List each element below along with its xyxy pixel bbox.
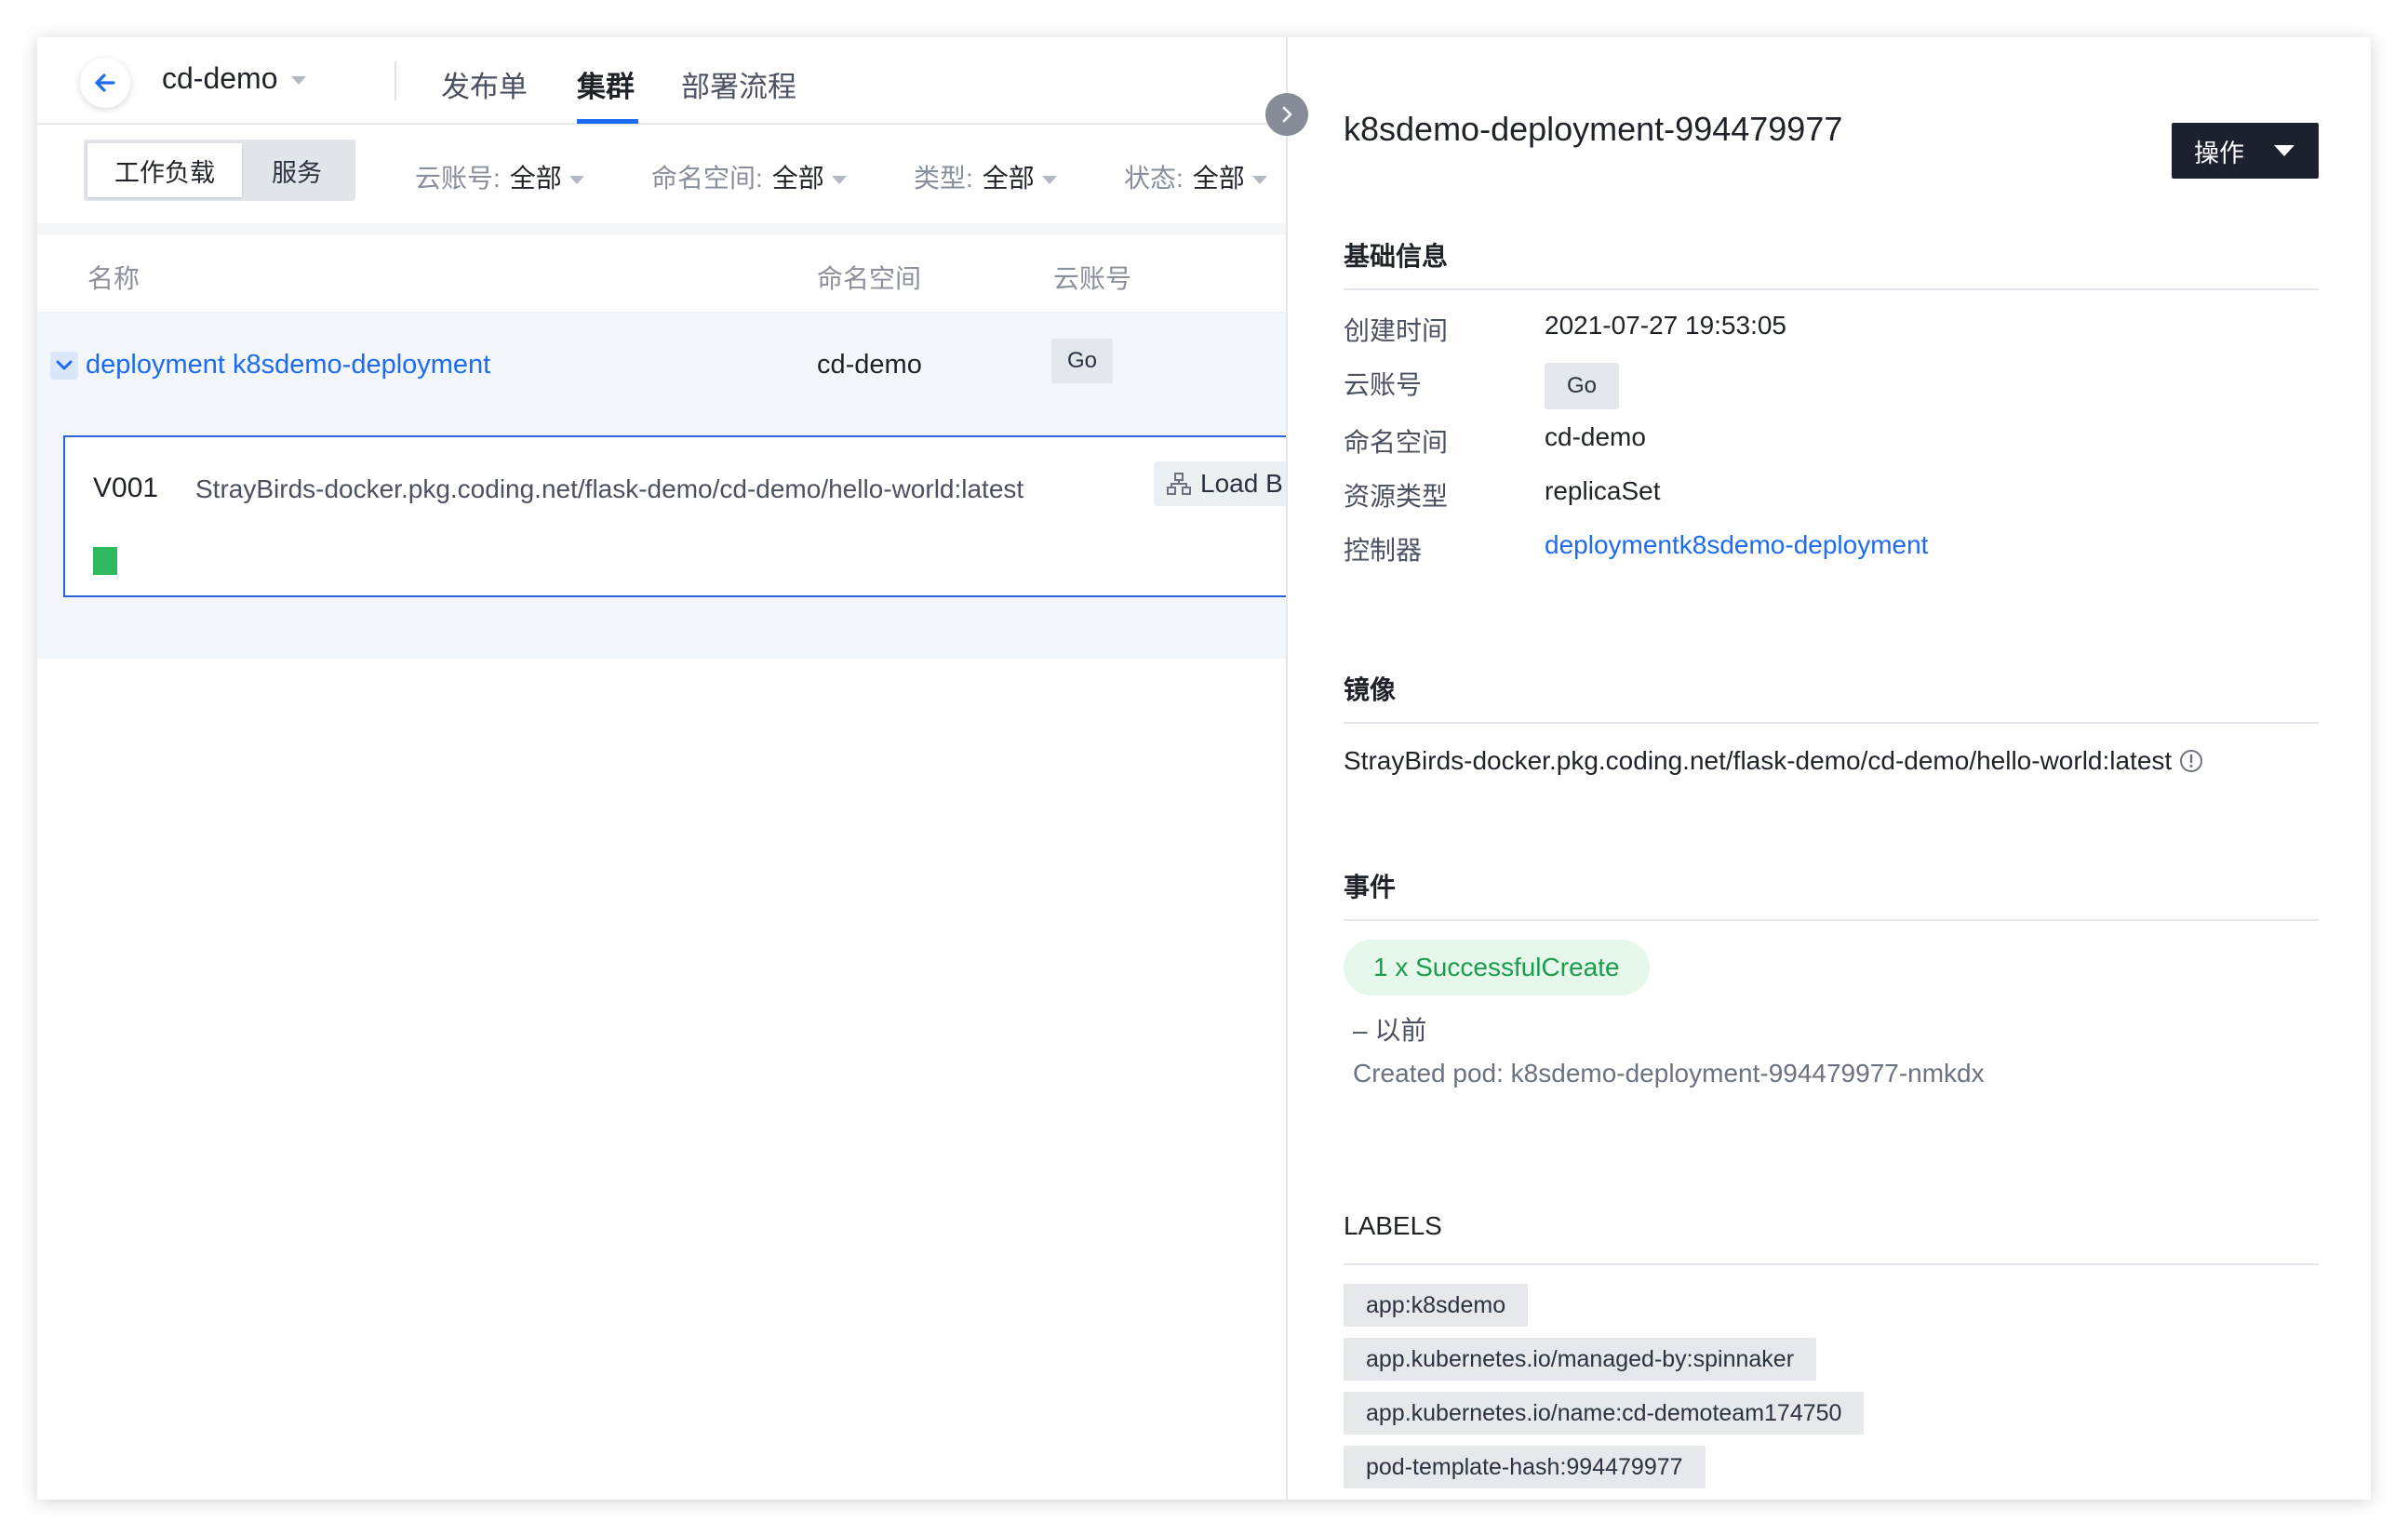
label-tag: app.kubernetes.io/managed-by:spinnaker — [1344, 1338, 1817, 1381]
section-gap — [37, 223, 1288, 234]
expand-toggle[interactable] — [50, 352, 78, 380]
basic-info-heading: 基础信息 — [1344, 242, 1449, 271]
row-namespace: cd-demo — [817, 350, 922, 380]
back-button[interactable] — [80, 58, 130, 108]
event-time: – 以前 — [1353, 1016, 1427, 1045]
top-nav: cd-demo 发布单 集群 部署流程 — [37, 37, 1288, 125]
project-selector[interactable]: cd-demo — [162, 61, 306, 96]
server-group-card[interactable]: V001 StrayBirds-docker.pkg.coding.net/fl… — [63, 435, 1340, 597]
info-icon[interactable] — [2179, 749, 2203, 773]
chevron-down-icon — [290, 76, 306, 86]
project-name: cd-demo — [162, 61, 278, 95]
image-heading: 镜像 — [1344, 675, 1397, 704]
cluster-panel: cd-demo 发布单 集群 部署流程 工作负载 服务 云账号: 全部 命名空间:… — [37, 37, 1340, 1500]
namespace-value: cd-demo — [1545, 422, 1646, 451]
workload-toggle-button[interactable]: 工作负载 — [87, 143, 242, 197]
detail-panel: k8sdemo-deployment-994479977 操作 基础信息 创建时… — [1286, 37, 2371, 1500]
namespace-label: 命名空间 — [1344, 428, 1449, 457]
controller-label: 控制器 — [1344, 536, 1423, 565]
view-toggle: 工作负载 服务 — [84, 140, 355, 201]
tab-deploy-pipeline[interactable]: 部署流程 — [681, 63, 796, 105]
tab-release[interactable]: 发布单 — [441, 63, 528, 105]
active-tab-indicator — [577, 119, 638, 124]
chevron-right-icon — [1282, 106, 1292, 123]
cloud-account-badge: Go — [1545, 363, 1619, 409]
event-badge: 1 x SuccessfulCreate — [1344, 940, 1650, 995]
app-window: cd-demo 发布单 集群 部署流程 工作负载 服务 云账号: 全部 命名空间:… — [37, 37, 2371, 1500]
caret-down-icon — [2274, 145, 2294, 156]
label-tag: app:k8sdemo — [1344, 1284, 1529, 1327]
chevron-down-icon — [569, 176, 584, 185]
status-filter[interactable]: 状态: 全部 — [1124, 158, 1267, 195]
image-value: StrayBirds-docker.pkg.coding.net/flask-d… — [1344, 746, 2173, 775]
created-time-value: 2021-07-27 19:53:05 — [1545, 311, 1786, 340]
chevron-down-icon — [831, 176, 847, 185]
chevron-down-icon — [1041, 176, 1057, 185]
created-time-label: 创建时间 — [1344, 316, 1449, 345]
column-account: 云账号 — [1053, 264, 1132, 293]
account-badge: Go — [1051, 339, 1113, 383]
service-toggle-button[interactable]: 服务 — [242, 143, 352, 197]
type-filter[interactable]: 类型: 全部 — [914, 158, 1057, 195]
label-tag: pod-template-hash:994479977 — [1344, 1446, 1706, 1488]
cloud-account-filter[interactable]: 云账号: 全部 — [415, 158, 584, 195]
resource-type-value: replicaSet — [1545, 476, 1661, 505]
events-heading: 事件 — [1344, 873, 1397, 901]
server-group-image: StrayBirds-docker.pkg.coding.net/flask-d… — [195, 474, 1024, 503]
filter-label: 云账号: — [415, 164, 501, 193]
cloud-account-label: 云账号 — [1344, 370, 1423, 399]
arrow-left-icon — [95, 73, 115, 92]
tab-cluster[interactable]: 集群 — [577, 63, 635, 105]
actions-label: 操作 — [2194, 139, 2244, 167]
collapse-panel-button[interactable] — [1265, 93, 1308, 136]
pod-status-square[interactable] — [93, 547, 117, 575]
filter-value: 全部 — [982, 164, 1035, 193]
divider — [1344, 288, 2319, 290]
controller-link[interactable]: deploymentk8sdemo-deployment — [1545, 530, 1928, 560]
sitemap-icon — [1167, 473, 1191, 495]
chevron-down-icon — [1251, 176, 1267, 185]
table-header: 名称 命名空间 云账号 — [37, 234, 1288, 313]
divider — [395, 61, 396, 100]
column-name: 名称 — [87, 264, 140, 293]
divider — [1344, 1263, 2319, 1265]
divider — [1344, 722, 2319, 724]
actions-dropdown-button[interactable]: 操作 — [2172, 123, 2319, 179]
labels-heading: LABELS — [1344, 1211, 1442, 1240]
filter-value: 全部 — [771, 164, 824, 193]
chevron-down-icon — [56, 360, 73, 370]
filter-label: 类型: — [914, 164, 973, 193]
event-message: Created pod: k8sdemo-deployment-99447997… — [1353, 1059, 1985, 1088]
server-group-version: V001 — [93, 473, 159, 503]
filter-value: 全部 — [509, 164, 562, 193]
label-tag: app.kubernetes.io/name:cd-demoteam174750 — [1344, 1392, 1865, 1435]
load-balancer-label: Load B — [1200, 469, 1283, 498]
filter-label: 状态: — [1124, 164, 1184, 193]
filter-value: 全部 — [1192, 164, 1245, 193]
filter-bar: 工作负载 服务 云账号: 全部 命名空间: 全部 类型: 全部 状态: 全部 — [37, 127, 1288, 227]
deployment-link[interactable]: deployment k8sdemo-deployment — [86, 350, 490, 380]
divider — [1344, 919, 2319, 921]
resource-type-label: 资源类型 — [1344, 482, 1449, 511]
image-row: StrayBirds-docker.pkg.coding.net/flask-d… — [1344, 746, 2203, 776]
filter-label: 命名空间: — [651, 164, 763, 193]
column-namespace: 命名空间 — [817, 264, 922, 293]
detail-title: k8sdemo-deployment-994479977 — [1344, 110, 1843, 148]
namespace-filter[interactable]: 命名空间: 全部 — [651, 158, 847, 195]
table-row[interactable]: deployment k8sdemo-deployment cd-demo Go — [37, 313, 1288, 415]
